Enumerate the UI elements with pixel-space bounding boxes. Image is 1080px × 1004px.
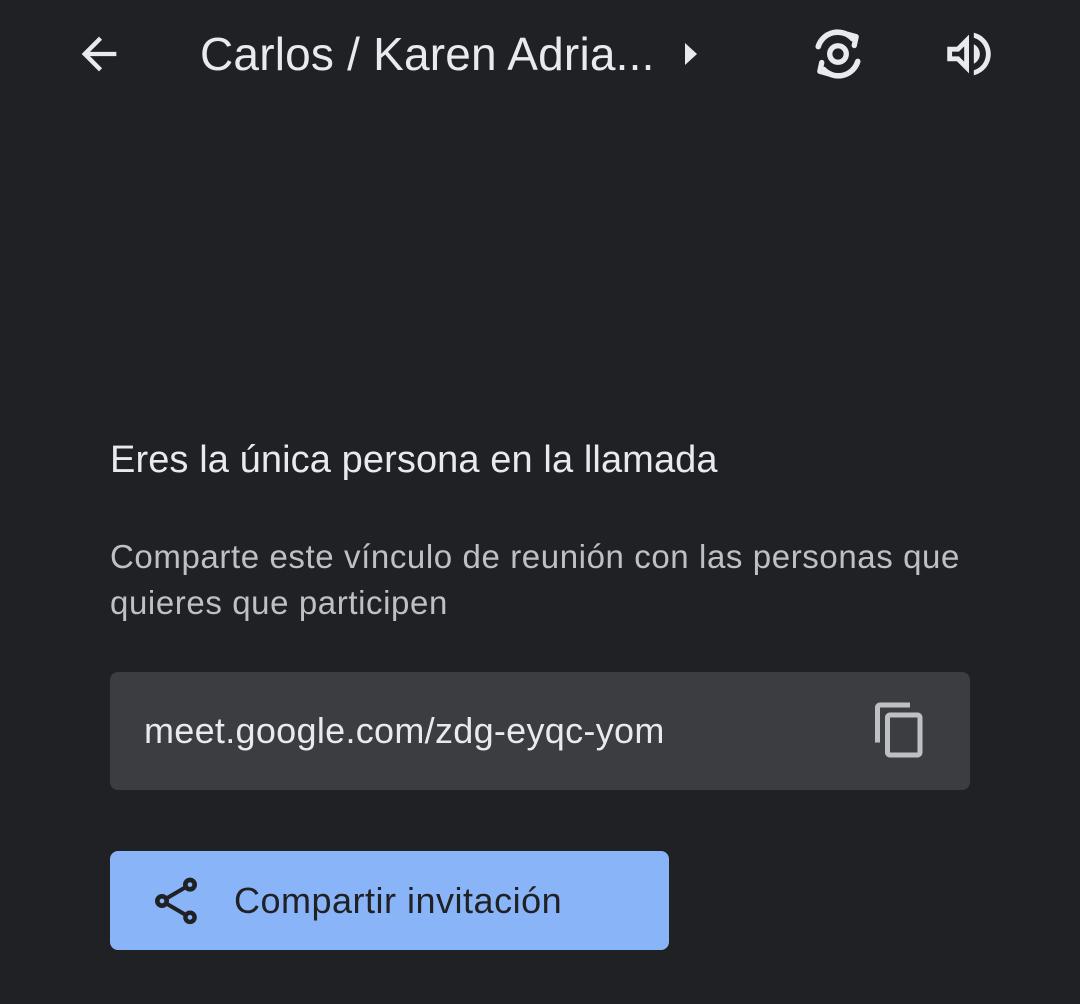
copy-icon xyxy=(875,702,923,758)
volume-icon xyxy=(947,32,991,76)
arrow-back-icon xyxy=(81,36,117,72)
audio-output-button[interactable] xyxy=(933,18,1005,90)
alone-in-call-heading: Eres la única persona en la llamada xyxy=(110,439,718,481)
share-icon xyxy=(148,873,204,929)
alone-in-call-panel: Eres la única persona en la llamada Comp… xyxy=(110,432,970,626)
back-button[interactable] xyxy=(63,18,135,90)
top-app-bar: Carlos / Karen Adria... xyxy=(0,0,1080,110)
switch-camera-button[interactable] xyxy=(802,18,874,90)
meeting-link[interactable]: meet.google.com/zdg-eyqc-yom xyxy=(144,710,665,752)
copy-link-button[interactable] xyxy=(868,698,932,762)
share-invitation-button[interactable]: Compartir invitación xyxy=(110,851,669,950)
switch-camera-icon xyxy=(815,29,861,79)
caret-right-icon xyxy=(684,43,697,65)
meet-call-screen: Carlos / Karen Adria... Eres la única pe… xyxy=(0,0,1080,1004)
share-invitation-label: Compartir invitación xyxy=(234,879,563,921)
meeting-link-box: meet.google.com/zdg-eyqc-yom xyxy=(110,672,970,790)
call-title: Carlos / Karen Adria... xyxy=(200,28,655,80)
call-title-button[interactable]: Carlos / Karen Adria... xyxy=(200,18,697,90)
share-link-description: Comparte este vínculo de reunión con las… xyxy=(110,538,960,621)
